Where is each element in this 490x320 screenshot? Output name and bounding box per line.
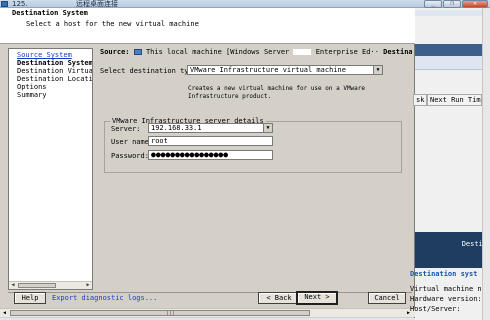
nav-step-options: Options [17,83,47,91]
remote-desktop-title-bar: 125. 远程桌面连接 _ ❐ ✕ [0,0,490,8]
cancel-button[interactable]: Cancel [368,292,406,304]
scroll-right-arrow-icon[interactable]: ▶ [84,282,92,289]
help-button[interactable]: Help [14,292,46,304]
nav-step-summary: Summary [17,91,47,99]
bg-info-line-1: Virtual machine nam [410,285,490,293]
computer-icon [133,49,142,55]
nav-step-destination-location: Destination Location [17,75,92,83]
password-label: Password: [111,152,149,160]
server-label: Server: [111,125,141,133]
export-diagnostic-logs-link[interactable]: Export diagnostic logs... [52,294,157,302]
bg-dark-panel: Destin [415,232,490,268]
back-button[interactable]: < Back [258,292,300,304]
scroll-grip-icon: ⁞⁞⁞ [166,311,176,317]
wizard-header: Destination System Select a host for the… [0,8,415,44]
header-title: Destination System [12,9,88,17]
scroll-thumb[interactable]: ⁞⁞⁞ [10,310,310,317]
wizard-steps-panel: Source System Destination System Destina… [8,48,93,290]
destination-type-select[interactable]: VMware Infrastructure virtual machine ▼ [187,65,383,75]
username-label: User name: [111,138,154,146]
bg-toolbar [415,56,490,70]
restore-button[interactable]: ❐ [443,0,461,8]
chevron-down-icon[interactable]: ▼ [263,124,272,132]
column-header-next-run-time[interactable]: Next Run Time [427,94,482,106]
nav-step-destination-system: Destination System [17,59,92,67]
source-value: This local machine [Windows Server [145,48,290,56]
source-edition: Enterprise Ed [315,48,371,56]
scroll-thumb[interactable] [18,283,56,288]
bg-strip [415,10,490,16]
server-value: 192.168.33.1 [151,124,202,132]
bg-info-line-2: Hardware version: [410,295,482,303]
steps-horizontal-scrollbar[interactable]: ◀ ▶ [9,281,92,289]
close-button[interactable]: ✕ [462,0,488,8]
window-title: 远程桌面连接 [76,0,118,8]
background-window: sk Next Run Time Destin Destination syst… [410,8,490,320]
destination-type-value: VMware Infrastructure virtual machine [190,66,346,74]
chevron-down-icon[interactable]: ▼ [373,66,382,74]
source-label: Source: [100,48,130,56]
source-destination-summary: Source: This local machine [Windows Serv… [100,48,412,58]
dialog-horizontal-scrollbar[interactable]: ◀ ⁞⁞⁞ ▶ [0,308,415,317]
server-combobox[interactable]: 192.168.33.1 ▼ [148,123,273,133]
connection-number: 125. [12,0,28,8]
bg-vertical-scrollbar[interactable] [482,8,490,320]
redacted-field [293,49,312,55]
column-header-task[interactable]: sk [413,94,427,106]
destination-label: Destination: [383,48,412,56]
remote-desktop-icon [1,1,8,7]
password-field[interactable]: ●●●●●●●●●●●●●●●● [148,150,273,160]
scroll-left-arrow-icon[interactable]: ◀ [9,282,17,289]
next-button[interactable]: Next > [296,291,338,305]
header-subtitle: Select a host for the new virtual machin… [26,20,199,28]
username-field[interactable]: root [148,136,273,146]
destination-type-label: Select destination type: [100,67,202,75]
nav-step-source-system[interactable]: Source System [17,51,92,59]
bg-info-line-3: Host/Server: [410,305,461,313]
ellipsis: ·· [370,48,379,56]
bg-blue-bar [415,44,490,56]
destination-type-description: Creates a new virtual machine for use on… [188,85,366,100]
footer-divider [8,292,412,293]
conversion-wizard: Destination System Select a host for the… [0,8,415,318]
scroll-left-arrow-icon[interactable]: ◀ [0,309,9,317]
nav-step-destination-virtual-machine: Destination Virtual Ma [17,67,92,75]
bg-info-title: Destination syst [410,270,478,278]
minimize-button[interactable]: _ [424,0,442,8]
